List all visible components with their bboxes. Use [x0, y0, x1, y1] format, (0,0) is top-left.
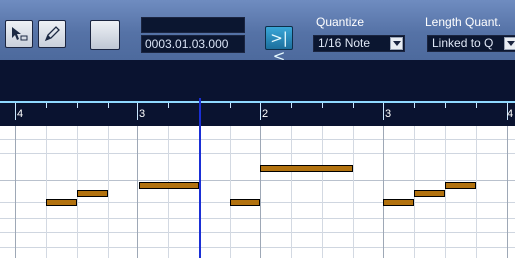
draw-tool-button[interactable] [38, 20, 66, 48]
ruler-tick [445, 103, 446, 108]
beat-line [291, 126, 292, 258]
toolbar-blank-button[interactable] [90, 20, 120, 50]
length-quantize-value: Linked to Q [432, 36, 494, 50]
beat-line [230, 126, 231, 258]
key-editor: 0003.01.03.000 >|< Quantize 1/16 Note Le… [0, 0, 515, 258]
chevron-down-icon[interactable] [390, 37, 403, 50]
ruler-tick [77, 103, 78, 108]
midi-note[interactable] [383, 199, 414, 206]
midi-note[interactable] [414, 190, 445, 197]
beat-line [353, 126, 354, 258]
midi-note[interactable] [139, 182, 199, 189]
quantize-select[interactable]: 1/16 Note [313, 35, 405, 52]
ruler-tick [108, 103, 109, 108]
toolbar: 0003.01.03.000 >|< Quantize 1/16 Note Le… [0, 0, 515, 65]
snap-button[interactable]: >|< [265, 26, 293, 65]
quantize-label: Quantize [316, 15, 365, 29]
ruler-tick [260, 103, 261, 120]
object-selection-tool-button[interactable] [5, 20, 33, 48]
length-quantize-label: Length Quant. [425, 15, 502, 29]
beat-line [445, 126, 446, 258]
beat-line [476, 126, 477, 258]
arrow-pointer-icon [12, 27, 28, 41]
midi-note[interactable] [230, 199, 260, 206]
pencil-icon [44, 26, 60, 42]
bar-line [15, 126, 16, 258]
chevron-down-icon[interactable] [504, 37, 515, 50]
bar-line [260, 126, 261, 258]
ruler-tick [168, 103, 169, 108]
midi-note[interactable] [260, 165, 353, 172]
ruler-tick [15, 103, 16, 120]
beat-line [322, 126, 323, 258]
note-grid[interactable] [0, 126, 515, 258]
beat-line [108, 126, 109, 258]
position-display-top [141, 17, 245, 33]
bar-line [507, 126, 508, 258]
info-line [0, 60, 515, 98]
ruler[interactable]: 4 3 2 3 4 [0, 98, 515, 126]
ruler-tick [353, 103, 354, 108]
bar-line [383, 126, 384, 258]
ruler-label: 4 [17, 108, 24, 120]
ruler-tick [46, 103, 47, 108]
length-quantize-select[interactable]: Linked to Q [427, 35, 515, 52]
ruler-tick [476, 103, 477, 108]
midi-note[interactable] [46, 199, 77, 206]
ruler-tick [291, 103, 292, 108]
ruler-label: 4 [507, 108, 514, 120]
midi-note[interactable] [77, 190, 108, 197]
bar-line [137, 126, 138, 258]
ruler-tick [322, 103, 323, 108]
ruler-tick [414, 103, 415, 108]
ruler-tick [383, 103, 384, 120]
ruler-label: 2 [262, 108, 269, 120]
ruler-label: 3 [139, 108, 146, 120]
project-cursor[interactable] [199, 98, 201, 258]
beat-line [168, 126, 169, 258]
midi-note[interactable] [445, 182, 476, 189]
ruler-tick [137, 103, 138, 120]
beat-line [46, 126, 47, 258]
position-readout[interactable]: 0003.01.03.000 [141, 35, 245, 53]
quantize-value: 1/16 Note [318, 36, 371, 50]
ruler-tick [230, 103, 231, 108]
ruler-label: 3 [385, 108, 392, 120]
